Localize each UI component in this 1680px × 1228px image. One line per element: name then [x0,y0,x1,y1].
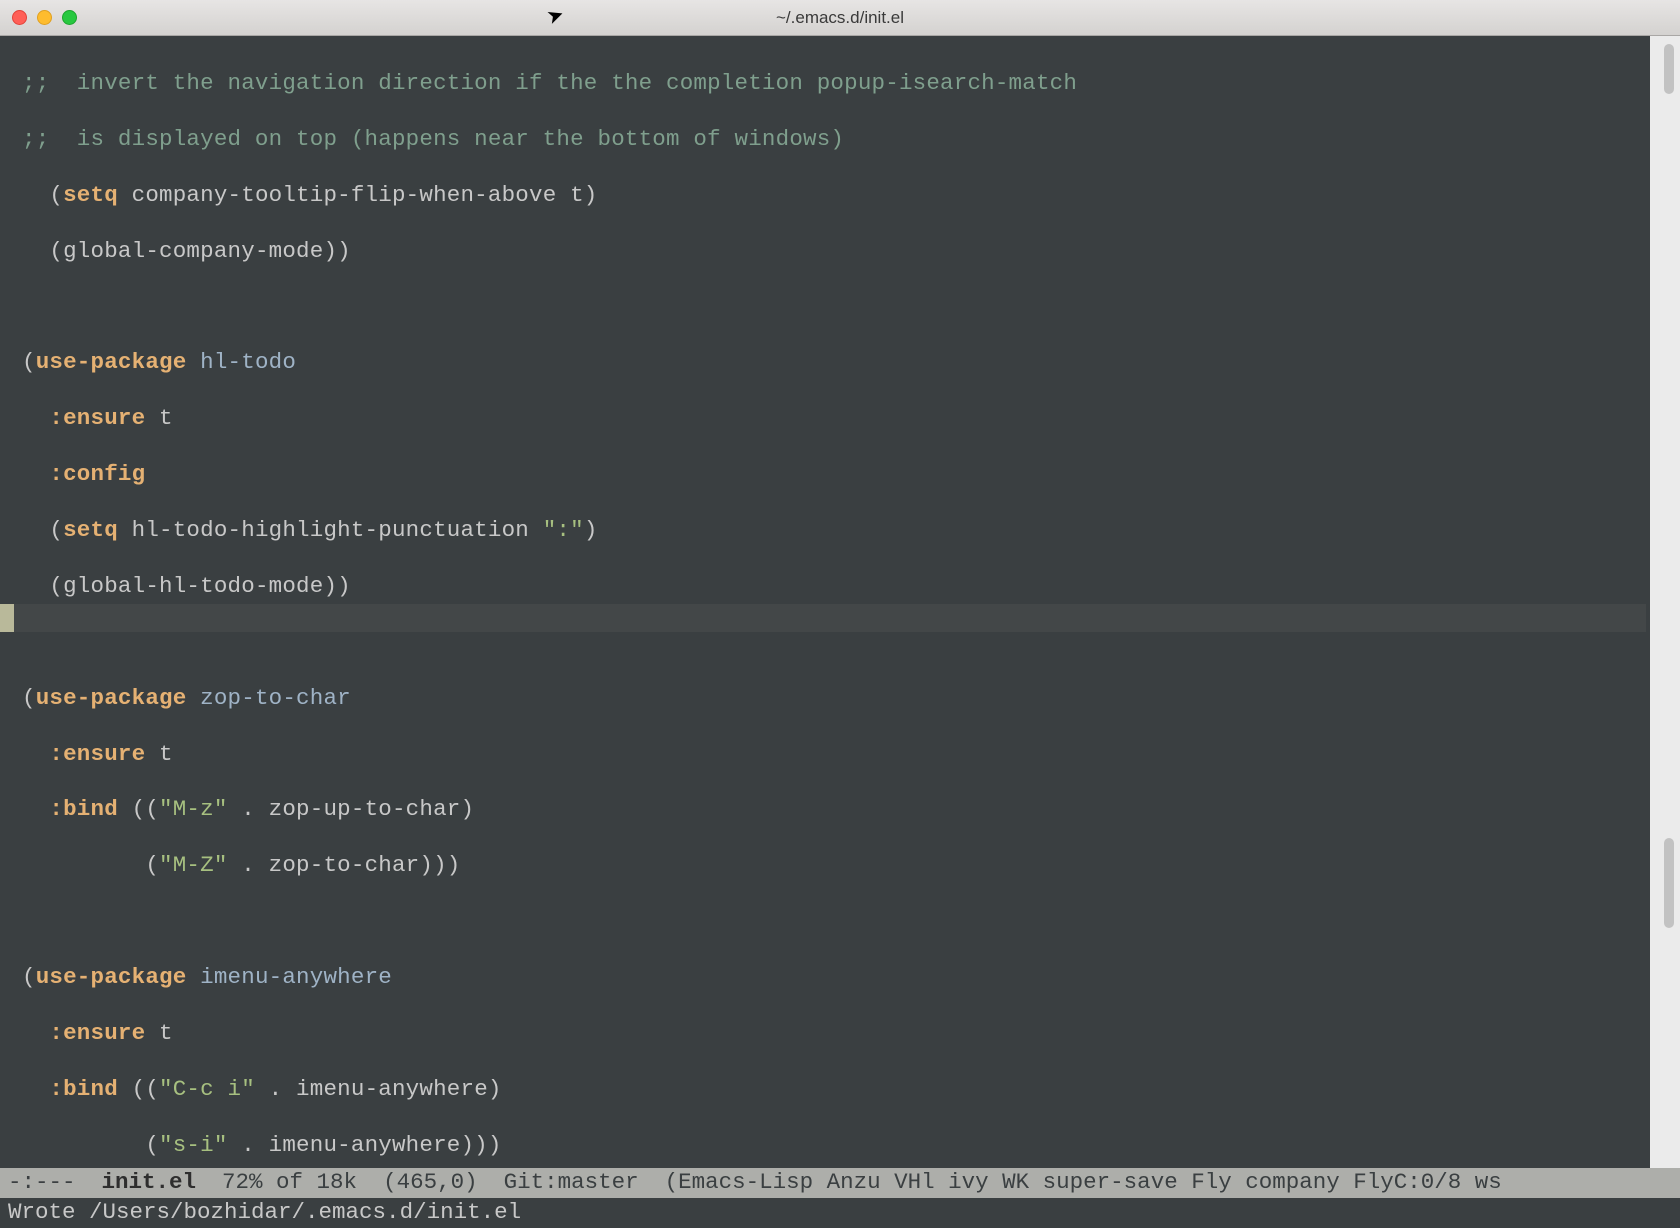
keyword: use-package [36,964,187,990]
keyword: setq [63,182,118,208]
editor-buffer[interactable]: ;; invert the navigation direction if th… [0,36,1680,1228]
code-text: (( [118,796,159,822]
paren: ) [584,517,598,543]
code-text: (( [118,1076,159,1102]
keyword: :bind [49,796,118,822]
keyword: :ensure [49,741,145,767]
paren: ( [22,964,36,990]
keyword: use-package [36,685,187,711]
code-comment: ;; invert the navigation direction if th… [22,70,1077,96]
code-text: ( [22,1132,159,1158]
string: "C-c i" [159,1076,255,1102]
code-text: (global-company-mode)) [49,238,350,264]
string: "s-i" [159,1132,228,1158]
paren: ( [22,349,36,375]
string: "M-z" [159,796,228,822]
code-text: t [145,1020,172,1046]
close-window-icon[interactable] [12,10,27,25]
code-text: . imenu-anywhere) [255,1076,502,1102]
paren: ( [49,517,63,543]
titlebar: ~/.emacs.d/init.el ➤ [0,0,1680,36]
code-text: hl-todo-highlight-punctuation [118,517,543,543]
code-comment: ;; is displayed on top (happens near the… [22,126,844,152]
keyword: setq [63,517,118,543]
mouse-cursor-icon: ➤ [544,4,568,33]
code-text: . zop-up-to-char) [228,796,475,822]
code-text: t [145,741,172,767]
code-text: company-tooltip-flip-when-above t) [118,182,598,208]
code-text: (global-hl-todo-mode)) [49,573,350,599]
code-text: . zop-to-char))) [228,852,461,878]
keyword: :ensure [49,1020,145,1046]
zoom-window-icon[interactable] [62,10,77,25]
package-name: imenu-anywhere [186,964,392,990]
package-name: hl-todo [186,349,296,375]
fringe-cursor-indicator [0,604,14,632]
keyword: :config [49,461,145,487]
code-text: t [145,405,172,431]
keyword: :ensure [49,405,145,431]
traffic-lights [12,10,77,25]
string: "M-Z" [159,852,228,878]
paren: ( [49,182,63,208]
keyword: :bind [49,1076,118,1102]
string: ":" [543,517,584,543]
code-text: . imenu-anywhere))) [228,1132,502,1158]
paren: ( [22,685,36,711]
minimize-window-icon[interactable] [37,10,52,25]
code-text: ( [22,852,159,878]
window-title: ~/.emacs.d/init.el [0,7,1680,28]
keyword: use-package [36,349,187,375]
package-name: zop-to-char [186,685,350,711]
